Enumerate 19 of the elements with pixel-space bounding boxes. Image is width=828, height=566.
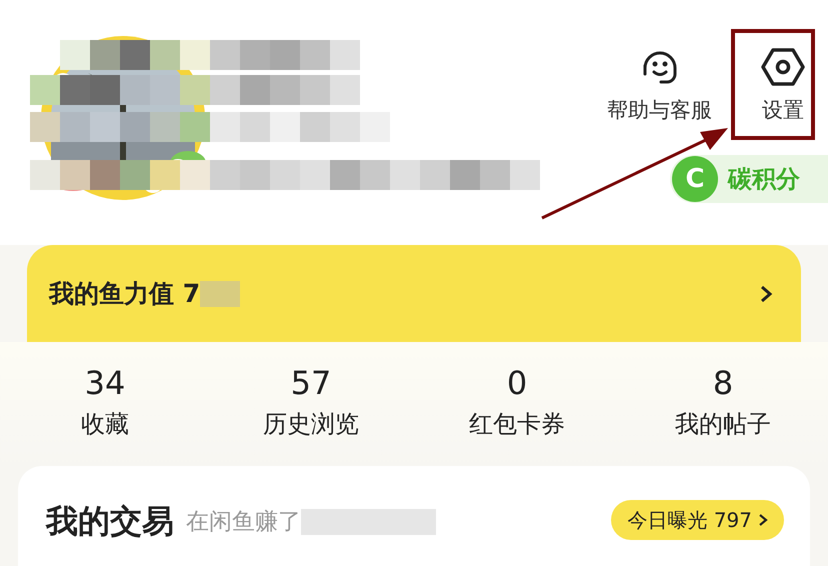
stat-count[interactable]: 0 [506, 364, 528, 402]
earnings-label: 在闲鱼赚了 [186, 508, 301, 537]
mosaic-drawing [200, 280, 240, 306]
stat-label[interactable]: 收藏 [81, 408, 129, 440]
stat-count[interactable]: 57 [290, 364, 332, 402]
stat-count[interactable]: 8 [712, 364, 734, 402]
chevron-icon [759, 284, 773, 304]
stat-label[interactable]: 红包卡券 [469, 408, 565, 440]
fish-power-card[interactable]: 我的鱼力值 7 [27, 245, 801, 342]
chevron-icon [758, 513, 768, 527]
stat-label[interactable]: 我的帖子 [675, 408, 771, 440]
trade-title: 我的交易 [46, 501, 174, 542]
help-label[interactable]: 帮助与客服 [607, 96, 712, 124]
fish-power-label: 我的鱼力值 7 [49, 278, 200, 310]
settings-label[interactable]: 设置 [762, 96, 804, 124]
exposure-button[interactable]: 今日曝光 797 [611, 500, 784, 540]
stat-label[interactable]: 历史浏览 [263, 408, 359, 440]
stat-count[interactable]: 34 [84, 364, 126, 402]
carbon-badge: C [672, 156, 718, 202]
